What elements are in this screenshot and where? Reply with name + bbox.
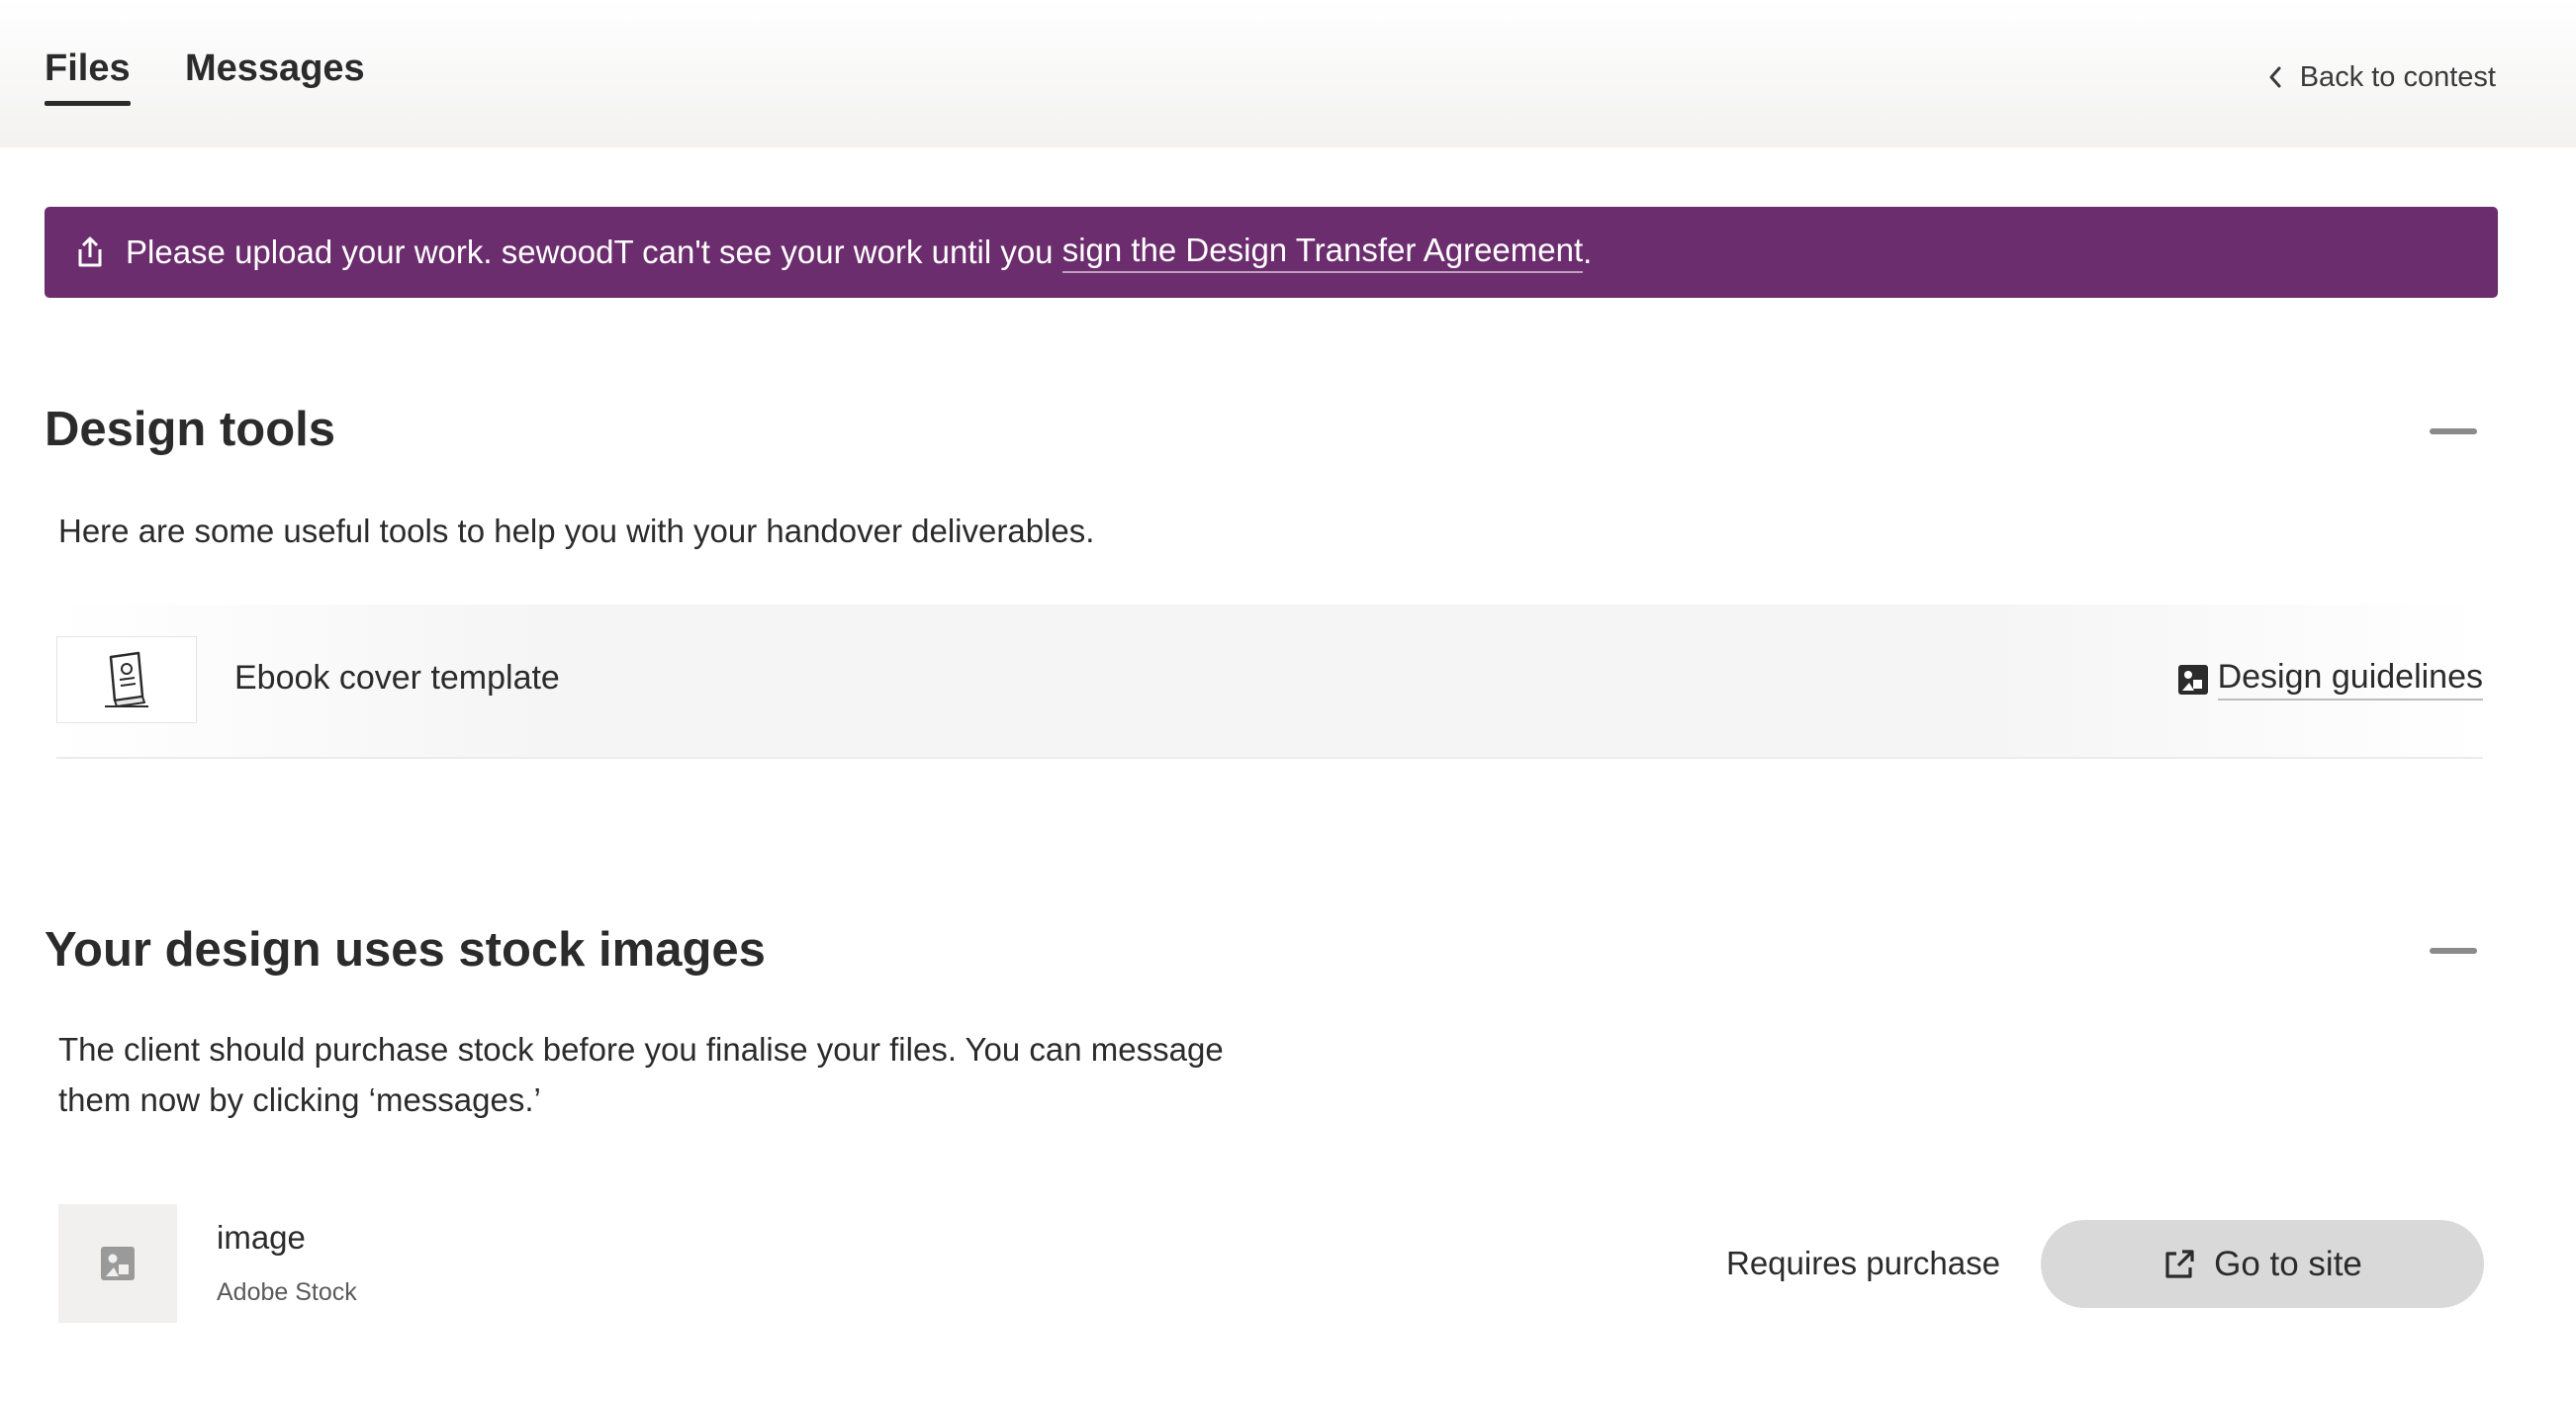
description-line: The client should purchase stock before … bbox=[58, 1031, 1224, 1068]
design-tools-collapse-button[interactable] bbox=[2426, 412, 2481, 451]
go-to-site-label: Go to site bbox=[2214, 1244, 2362, 1283]
design-transfer-agreement-link[interactable]: sign the Design Transfer Agreement bbox=[1061, 232, 1584, 273]
back-to-contest-label: Back to contest bbox=[2299, 61, 2496, 93]
go-to-site-button[interactable]: Go to site bbox=[2041, 1220, 2484, 1308]
ebook-thumbnail bbox=[56, 636, 197, 723]
stock-image-thumbnail bbox=[58, 1204, 177, 1323]
minus-icon bbox=[2430, 948, 2477, 954]
stock-image-name: image bbox=[217, 1219, 306, 1256]
tab-files[interactable]: Files bbox=[45, 44, 131, 106]
tool-row: Ebook cover template Design guidelines bbox=[56, 605, 2483, 759]
stock-images-heading: Your design uses stock images bbox=[45, 923, 766, 977]
tab-messages[interactable]: Messages bbox=[185, 44, 365, 93]
top-bar: Files Messages Back to contest bbox=[0, 0, 2576, 147]
banner-text-end: . bbox=[1583, 234, 1593, 270]
design-tools-heading: Design tools bbox=[45, 403, 336, 456]
stock-images-collapse-button[interactable] bbox=[2426, 931, 2481, 971]
back-to-contest-link[interactable]: Back to contest bbox=[2266, 57, 2496, 97]
image-icon bbox=[2177, 664, 2208, 695]
upload-icon bbox=[78, 236, 102, 267]
stock-images-description: The client should purchase stock before … bbox=[58, 1024, 1224, 1125]
upload-banner: Please upload your work. sewoodT can't s… bbox=[45, 207, 2498, 298]
description-line: them now by clicking ‘messages.’ bbox=[58, 1081, 541, 1118]
design-tools-description: Here are some useful tools to help you w… bbox=[58, 513, 1095, 549]
stock-image-source: Adobe Stock bbox=[217, 1278, 357, 1306]
ebook-icon bbox=[105, 651, 148, 707]
chevron-left-icon bbox=[2269, 66, 2281, 88]
image-placeholder-icon bbox=[101, 1247, 135, 1280]
banner-text: Please upload your work. sewoodT can't s… bbox=[126, 234, 1062, 270]
design-guidelines-link[interactable]: Design guidelines bbox=[2176, 658, 2483, 701]
external-link-icon bbox=[2165, 1249, 2194, 1278]
tool-name: Ebook cover template bbox=[234, 659, 560, 697]
design-guidelines-label: Design guidelines bbox=[2217, 658, 2483, 701]
purchase-status: Requires purchase bbox=[1726, 1245, 2000, 1281]
minus-icon bbox=[2430, 428, 2477, 434]
